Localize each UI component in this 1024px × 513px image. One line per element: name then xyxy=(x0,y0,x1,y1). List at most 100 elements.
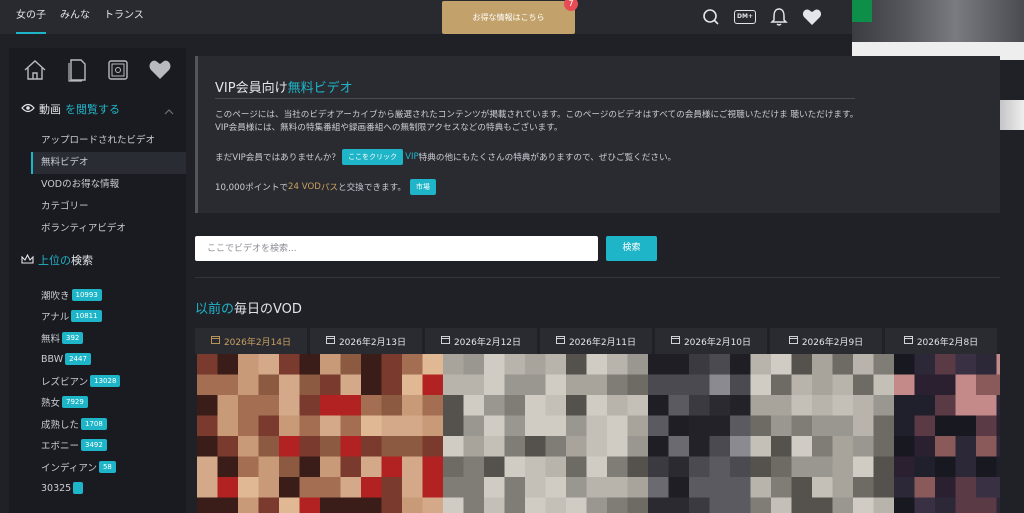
mosaic-cell xyxy=(443,415,464,437)
mosaic-cell xyxy=(689,456,710,478)
mosaic-cell xyxy=(197,395,218,416)
search-input[interactable] xyxy=(195,236,598,261)
tag-item[interactable]: 成熟した 1708 xyxy=(41,413,120,435)
tag-item[interactable]: インディアン 58 xyxy=(41,456,120,478)
mosaic-cell xyxy=(709,354,731,375)
mosaic-cell xyxy=(607,395,628,416)
mosaic-cell xyxy=(279,477,300,498)
mosaic-cell xyxy=(976,354,997,375)
mosaic-cell xyxy=(361,477,382,498)
mosaic-cell xyxy=(320,374,341,396)
mosaic-cell xyxy=(422,497,444,513)
tag-count: 10993 xyxy=(71,288,102,301)
mosaic-cell xyxy=(935,497,956,513)
mosaic-cell xyxy=(955,395,977,416)
date-tab[interactable]: 2026年2月10日 xyxy=(655,328,767,354)
menu-item-uploaded[interactable]: アップロードされたビデオ xyxy=(31,130,186,152)
dm-icon[interactable]: DM+ xyxy=(734,10,756,24)
vip-link[interactable]: VIP xyxy=(405,152,419,162)
tag-item[interactable]: BBW 2447 xyxy=(41,349,120,371)
tag-item[interactable]: レズビアン 13028 xyxy=(41,370,121,392)
mosaic-cell xyxy=(422,395,444,416)
video-thumbnails-pixelated[interactable] xyxy=(197,354,1000,513)
mosaic-cell xyxy=(258,415,280,437)
mosaic-cell xyxy=(299,395,321,416)
heart-icon[interactable] xyxy=(148,59,172,85)
bell-icon[interactable] xyxy=(770,7,788,27)
tag-item[interactable]: 30325 xyxy=(41,478,120,500)
pass-link[interactable]: パス xyxy=(321,181,338,193)
tag-item[interactable]: 無料 392 xyxy=(41,327,120,349)
mosaic-cell xyxy=(607,354,628,375)
date-label: 2026年2月8日 xyxy=(916,337,979,348)
mosaic-cell xyxy=(422,436,444,457)
document-icon[interactable] xyxy=(66,58,88,86)
tag-item[interactable]: エボニー 3492 xyxy=(41,435,120,457)
mosaic-cell xyxy=(422,354,444,375)
mosaic-cell xyxy=(935,374,956,396)
date-tab[interactable]: 2026年2月9日 xyxy=(770,328,882,354)
tag-label: 熟女 xyxy=(41,398,61,410)
mosaic-cell xyxy=(443,497,464,513)
mosaic-cell xyxy=(853,415,874,437)
mosaic-cell xyxy=(258,354,280,375)
date-tab[interactable]: 2026年2月8日 xyxy=(885,328,997,354)
date-tab[interactable]: 2026年2月14日 xyxy=(195,328,307,354)
mosaic-cell xyxy=(812,415,833,437)
mosaic-cell xyxy=(566,497,587,513)
tag-item[interactable]: 潮吹き 10993 xyxy=(41,284,120,306)
mosaic-cell xyxy=(566,477,587,498)
mosaic-cell xyxy=(935,477,956,498)
mosaic-cell xyxy=(914,395,936,416)
mosaic-cell xyxy=(791,415,813,437)
mosaic-cell xyxy=(996,395,1000,416)
market-button[interactable]: 市場 xyxy=(409,179,436,195)
search-icon[interactable] xyxy=(702,8,720,26)
mosaic-cell xyxy=(607,415,628,437)
tab-trans[interactable]: トランス xyxy=(104,0,144,34)
mosaic-cell xyxy=(545,456,567,478)
tab-girls[interactable]: 女の子 xyxy=(16,0,46,34)
heart-icon[interactable] xyxy=(802,8,822,26)
mosaic-cell xyxy=(648,354,669,375)
mosaic-cell xyxy=(627,395,649,416)
chevron-up-icon[interactable] xyxy=(164,100,174,119)
mosaic-cell xyxy=(279,497,300,513)
mosaic-cell xyxy=(299,415,321,437)
mosaic-cell xyxy=(217,497,239,513)
menu-item-categories[interactable]: カテゴリー xyxy=(31,196,186,218)
promo-button[interactable]: お得な情報はこちら 7 xyxy=(442,0,578,34)
mosaic-cell xyxy=(935,395,956,416)
home-icon[interactable] xyxy=(23,59,47,85)
tag-item[interactable]: アナル 10811 xyxy=(41,306,120,328)
tag-label: BBW xyxy=(41,353,64,365)
mosaic-cell xyxy=(873,436,895,457)
date-tab[interactable]: 2026年2月11日 xyxy=(540,328,652,354)
mosaic-cell xyxy=(320,456,341,478)
tag-item[interactable]: 熟女 7929 xyxy=(41,392,120,414)
tag-count: 10811 xyxy=(71,310,102,323)
date-tab[interactable]: 2026年2月12日 xyxy=(425,328,537,354)
mosaic-cell xyxy=(504,374,526,396)
mosaic-cell xyxy=(853,497,874,513)
mosaic-cell xyxy=(340,477,362,498)
mosaic-cell xyxy=(586,477,608,498)
menu-item-vod-deals[interactable]: VODのお得な情報 xyxy=(31,174,186,196)
click-here-button[interactable]: ここをクリック xyxy=(342,149,404,165)
date-tab[interactable]: 2026年2月13日 xyxy=(310,328,422,354)
mosaic-cell xyxy=(750,436,772,457)
mosaic-cell xyxy=(709,456,731,478)
mosaic-cell xyxy=(545,395,567,416)
menu-item-volunteer[interactable]: ボランティアビデオ xyxy=(31,218,186,240)
cta-text: まだVIP会員ではありませんか？ xyxy=(215,153,341,163)
search-button[interactable]: 検索 xyxy=(606,236,657,261)
promo-badge: 7 xyxy=(564,0,578,11)
tag-label: レズビアン xyxy=(41,376,89,388)
mosaic-cell xyxy=(914,374,936,396)
mosaic-cell xyxy=(340,415,362,437)
mosaic-cell xyxy=(525,456,546,478)
menu-item-free-videos[interactable]: 無料ビデオ xyxy=(31,152,186,174)
tab-everyone[interactable]: みんな xyxy=(60,0,90,34)
mosaic-cell xyxy=(668,354,690,375)
safe-icon[interactable] xyxy=(107,59,129,85)
